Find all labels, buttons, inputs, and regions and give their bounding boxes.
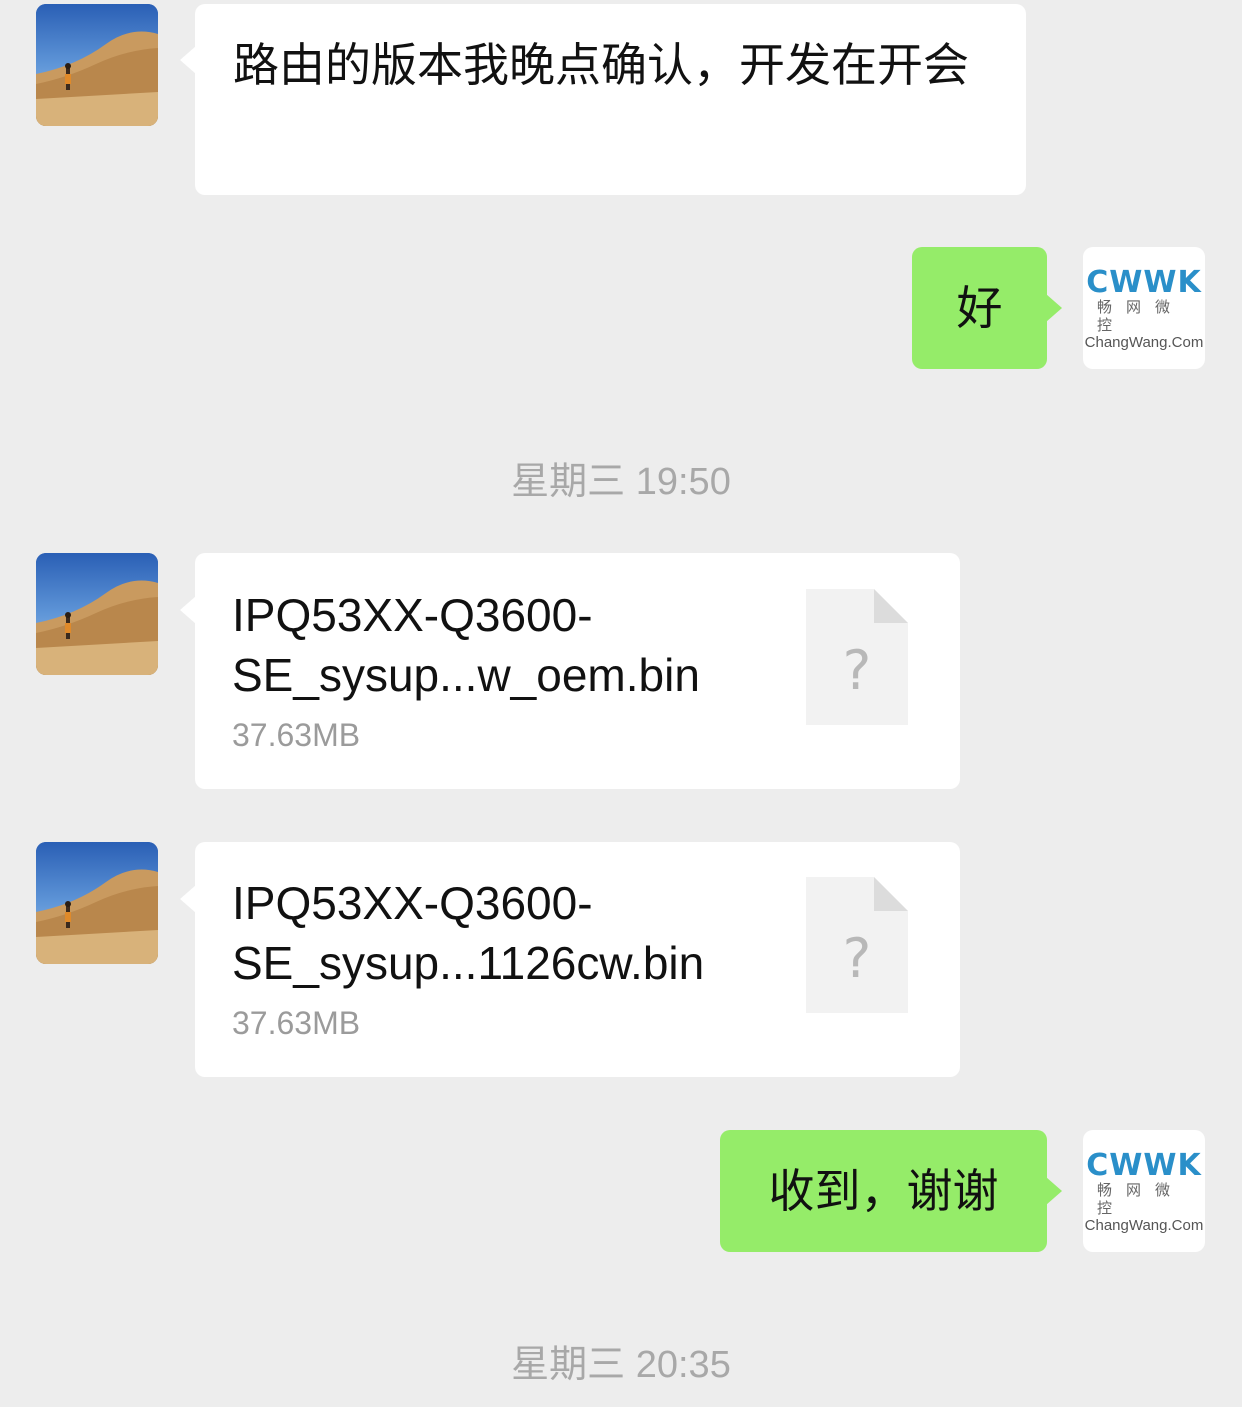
file-name-line2: SE_sysup...1126cw.bin: [232, 937, 705, 989]
file-icon-glyph: ?: [843, 927, 872, 990]
file-size: 37.63MB: [232, 1005, 361, 1041]
desert-photo-icon: [36, 553, 158, 675]
file-message-bubble[interactable]: IPQ53XX-Q3600- SE_sysup...w_oem.bin 37.6…: [195, 553, 960, 789]
message-text: 路由的版本我晚点确认，开发在开会: [233, 38, 969, 92]
file-name-line2: SE_sysup...w_oem.bin: [232, 649, 700, 701]
bubble-tail: [180, 885, 196, 913]
self-avatar[interactable]: CWWK 畅网微控 ChangWang.Com: [1083, 1130, 1205, 1252]
logo-chinese-text: 畅网微控: [1097, 1181, 1185, 1217]
bubble-tail: [180, 596, 196, 624]
logo-english-text: ChangWang.Com: [1084, 334, 1204, 351]
bubble-tail: [1046, 294, 1062, 322]
file-name-line1: IPQ53XX-Q3600-: [232, 589, 593, 641]
bubble-tail: [180, 46, 196, 74]
contact-avatar[interactable]: [36, 842, 158, 964]
contact-avatar[interactable]: [36, 4, 158, 126]
timestamp: 星期三 19:50: [511, 461, 731, 503]
logo-mark: CWWK: [1086, 265, 1202, 300]
timestamp: 星期三 20:35: [511, 1344, 731, 1386]
message-text: 好: [956, 281, 1003, 335]
unknown-file-icon: ?: [806, 589, 908, 725]
desert-photo-icon: [36, 842, 158, 964]
contact-avatar[interactable]: [36, 553, 158, 675]
bubble-tail: [1046, 1177, 1062, 1205]
file-name-line1: IPQ53XX-Q3600-: [232, 877, 593, 929]
message-text: 收到，谢谢: [768, 1164, 999, 1218]
message-bubble-contact[interactable]: 路由的版本我晚点确认，开发在开会: [195, 4, 1026, 195]
logo-chinese-text: 畅网微控: [1097, 298, 1185, 334]
message-bubble-self[interactable]: 收到，谢谢: [720, 1130, 1047, 1252]
message-bubble-self[interactable]: 好: [912, 247, 1047, 369]
self-avatar[interactable]: CWWK 畅网微控 ChangWang.Com: [1083, 247, 1205, 369]
file-size: 37.63MB: [232, 717, 361, 753]
file-message-bubble[interactable]: IPQ53XX-Q3600- SE_sysup...1126cw.bin 37.…: [195, 842, 960, 1077]
unknown-file-icon: ?: [806, 877, 908, 1013]
logo-english-text: ChangWang.Com: [1084, 1217, 1204, 1234]
desert-photo-icon: [36, 4, 158, 126]
logo-mark: CWWK: [1086, 1148, 1202, 1183]
file-icon-glyph: ?: [843, 639, 872, 702]
